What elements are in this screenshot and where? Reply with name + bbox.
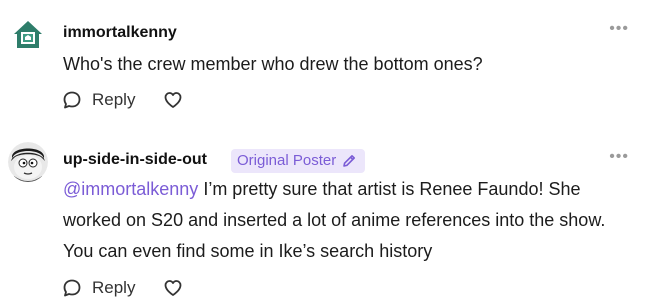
like-button[interactable] (163, 90, 183, 110)
more-options-button[interactable]: ••• (609, 148, 629, 166)
original-poster-badge: Original Poster (231, 149, 366, 173)
badge-label: Original Poster (237, 152, 337, 169)
comment-text: @immortalkenny I’m pretty sure that arti… (63, 174, 633, 267)
house-avatar-icon (8, 15, 48, 55)
heart-icon (165, 92, 182, 108)
reply-button[interactable]: Reply (62, 278, 135, 298)
comment-immortalkenny: immortalkenny ••• Who's the crew member … (0, 0, 647, 130)
reply-label: Reply (92, 90, 136, 109)
speech-bubble-icon (63, 91, 81, 109)
username[interactable]: up-side-in-side-out (63, 151, 207, 169)
pencil-icon (343, 155, 356, 167)
comment-actions: Reply (62, 278, 183, 298)
username[interactable]: immortalkenny (63, 24, 177, 42)
comment-up-side-in-side-out: up-side-in-side-out Original Poster ••• … (0, 138, 647, 305)
mention-link[interactable]: @immortalkenny (63, 179, 198, 199)
speech-bubble-icon (63, 279, 81, 297)
avatar[interactable] (8, 142, 48, 182)
like-button[interactable] (163, 278, 183, 298)
reply-button[interactable]: Reply (62, 90, 135, 110)
cartoon-face-avatar-icon (8, 142, 48, 182)
reply-label: Reply (92, 278, 136, 297)
avatar[interactable] (8, 15, 48, 55)
comment-actions: Reply (62, 90, 183, 110)
comment-text: Who's the crew member who drew the botto… (63, 54, 483, 74)
more-options-button[interactable]: ••• (609, 20, 629, 38)
heart-icon (165, 280, 182, 296)
